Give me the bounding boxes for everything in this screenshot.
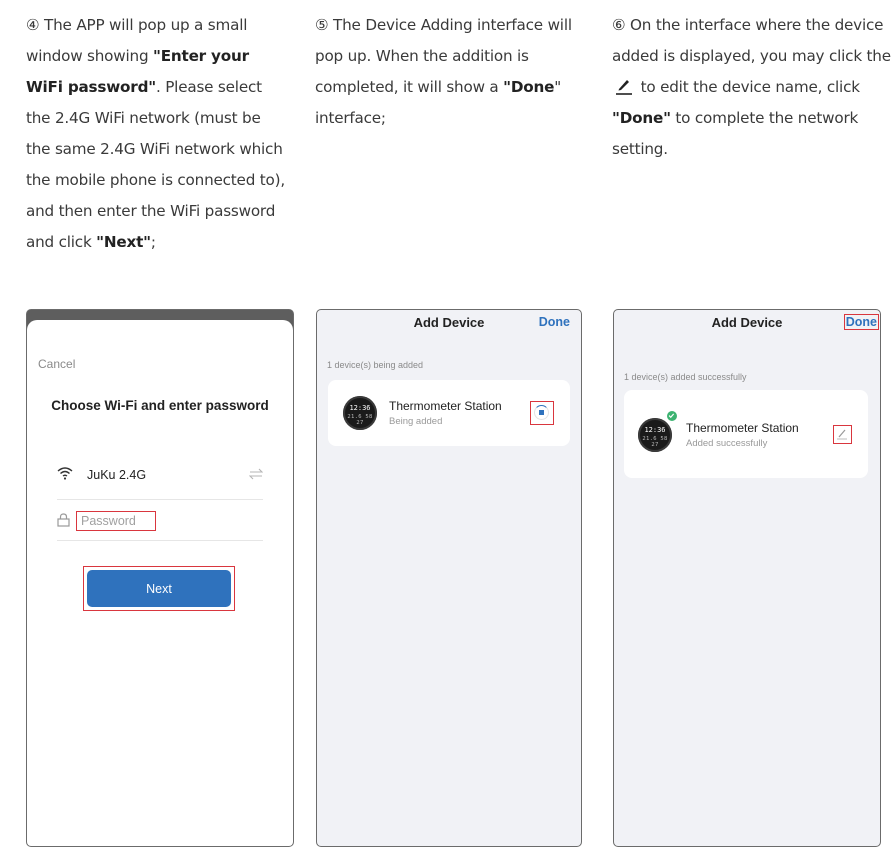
sheet-title: Choose Wi-Fi and enter password (51, 398, 269, 413)
lock-icon (57, 513, 70, 527)
password-row (57, 501, 263, 541)
device-name: Thermometer Station (686, 421, 799, 435)
device-card: 12:36 21.6 58 27 Thermometer Station Add… (624, 390, 868, 478)
instruction-text: On the interface where the device added … (612, 16, 891, 65)
done-button[interactable]: Done (539, 315, 570, 329)
password-input[interactable] (76, 511, 156, 531)
spinner-center-dot (539, 410, 544, 415)
added-status: 1 device(s) added successfully (624, 372, 747, 382)
next-button-highlight: Next (83, 566, 235, 611)
device-display-time: 12:36 (644, 426, 666, 434)
step-marker: ⑥ (612, 16, 626, 34)
step-marker: ④ (26, 16, 40, 34)
emphasis-text: "Done" (612, 109, 671, 127)
pencil-icon (616, 80, 632, 95)
loading-spinner-highlight (530, 401, 554, 425)
wifi-network-name: JuKu 2.4G (87, 468, 147, 482)
device-card: 12:36 21.6 58 27 Thermometer Station Bei… (328, 380, 570, 446)
nav-title: Add Device (711, 315, 783, 330)
emphasis-text: "Next" (96, 233, 151, 251)
device-status: Being added (389, 416, 443, 427)
step-marker: ⑤ (315, 16, 329, 34)
wifi-icon (57, 467, 73, 480)
device-display-time: 12:36 (349, 404, 371, 412)
instruction-text: ; (150, 233, 156, 251)
done-button[interactable]: Done (843, 314, 879, 330)
emphasis-text: "Done (503, 78, 555, 96)
device-display-digits: 21.6 58 27 (347, 414, 373, 426)
pencil-icon (837, 429, 847, 440)
next-button[interactable]: Next (87, 570, 231, 607)
cancel-button[interactable]: Cancel (38, 357, 75, 371)
loading-spinner-icon (534, 405, 549, 420)
device-added-screen: Add Device Done 1 device(s) added succes… (613, 309, 881, 847)
thermometer-device-icon: 12:36 21.6 58 27 (343, 396, 377, 430)
wifi-network-row[interactable]: JuKu 2.4G (57, 460, 263, 500)
switch-network-icon[interactable] (249, 468, 263, 480)
check-icon (666, 410, 678, 422)
device-adding-screen: Add Device Done 1 device(s) being added … (316, 309, 582, 847)
instruction-text: . Please select the 2.4G WiFi network (m… (26, 78, 285, 251)
edit-name-button[interactable] (833, 425, 852, 444)
wifi-sheet: Cancel Choose Wi-Fi and enter password J… (27, 320, 293, 846)
instruction-step-6: ⑥ On the interface where the device adde… (612, 10, 894, 165)
instruction-step-4: ④ The APP will pop up a small window sho… (26, 10, 288, 258)
thermometer-device-icon: 12:36 21.6 58 27 (638, 418, 672, 452)
instruction-text: to edit the device name, click (636, 78, 860, 96)
device-status: Added successfully (686, 438, 768, 449)
adding-status: 1 device(s) being added (327, 360, 424, 370)
device-display-digits: 21.6 58 27 (642, 436, 668, 448)
device-name: Thermometer Station (389, 399, 502, 413)
instruction-step-5: ⑤ The Device Adding interface will pop u… (315, 10, 587, 134)
wifi-password-screen: Cancel Choose Wi-Fi and enter password J… (26, 309, 294, 847)
